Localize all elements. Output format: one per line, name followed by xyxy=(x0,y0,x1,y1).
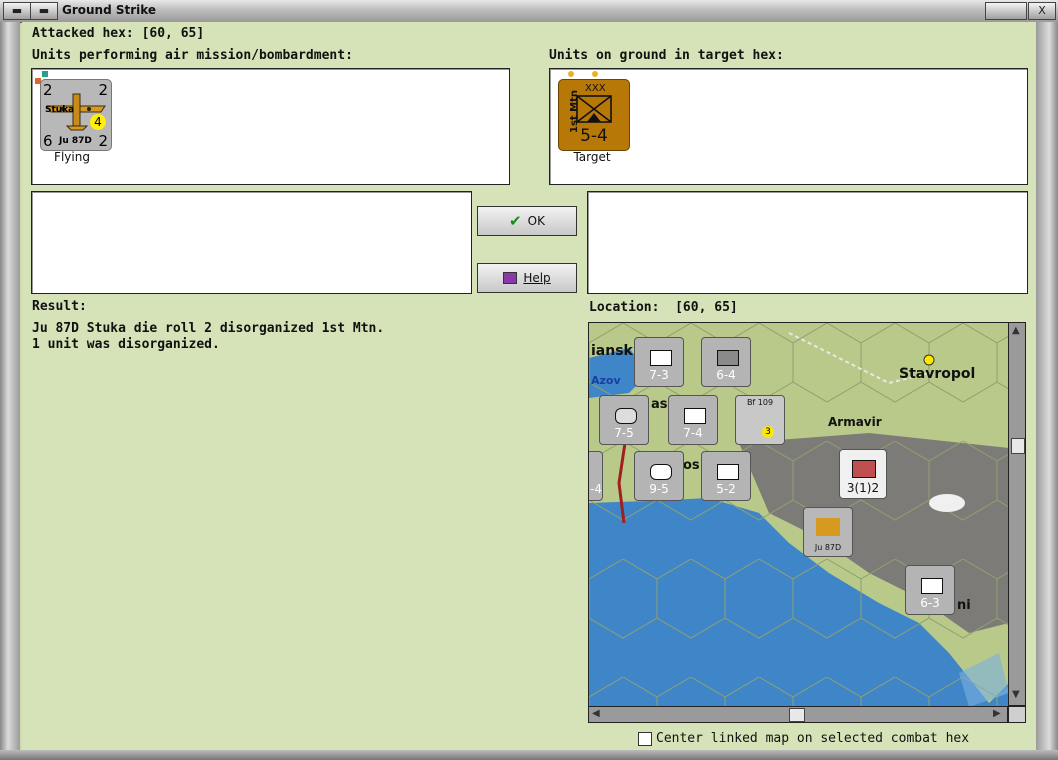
infantry-icon xyxy=(576,95,612,123)
window-menu-button[interactable]: ▬ xyxy=(3,2,31,20)
map-unit-counter[interactable]: 7-3 xyxy=(634,337,684,387)
help-book-icon xyxy=(503,272,518,284)
map-place-label: Azov xyxy=(591,374,621,387)
scroll-right-icon[interactable]: ▶ xyxy=(993,708,1001,719)
map-stuka-counter[interactable]: Ju 87D xyxy=(803,507,853,557)
scroll-left-icon[interactable]: ◀ xyxy=(592,708,600,719)
title-bar[interactable]: ▬ ▬ Ground Strike X xyxy=(0,0,1058,23)
aircraft-icon xyxy=(816,518,840,536)
linked-map[interactable]: iansk Azov Stavropol Armavir as os ni 7-… xyxy=(588,322,1010,708)
minimize-button[interactable]: ▬ xyxy=(30,2,58,20)
infantry-icon xyxy=(717,350,739,366)
scrollbar-corner xyxy=(1008,706,1026,723)
marker-icon xyxy=(592,71,598,77)
map-unit-counter[interactable]: 5-2 xyxy=(701,451,751,501)
center-map-checkbox-label[interactable]: Center linked map on selected combat hex xyxy=(656,731,969,746)
result-label: Result: xyxy=(32,299,87,314)
infantry-icon xyxy=(717,464,739,480)
map-horizontal-scrollbar[interactable]: ◀ ▶ xyxy=(588,706,1008,723)
attacked-hex-label: Attacked hex: [60, 65] xyxy=(32,26,205,41)
infantry-icon xyxy=(684,408,706,424)
infantry-icon xyxy=(921,578,943,594)
ground-units-heading: Units on ground in target hex: xyxy=(549,48,784,63)
map-unit-counter[interactable]: 6-4 xyxy=(701,337,751,387)
map-air-counter[interactable]: Bf 109 3 xyxy=(735,395,785,445)
marker-icon xyxy=(42,71,48,77)
air-units-heading: Units performing air mission/bombardment… xyxy=(32,48,353,63)
ground-strike-window: ▬ ▬ Ground Strike X Attacked hex: [60, 6… xyxy=(0,0,1058,760)
stuka-counter[interactable]: 2 2 Stuka 4 6 Ju 87D 2 xyxy=(40,79,112,151)
map-vertical-scrollbar[interactable]: ▲ ▼ xyxy=(1008,322,1026,706)
checkmark-icon: ✔ xyxy=(509,212,522,230)
infantry-icon xyxy=(852,460,876,478)
air-unit-status: Flying xyxy=(54,150,90,164)
map-unit-counter[interactable]: 6-3 xyxy=(905,565,955,615)
help-button[interactable]: Help xyxy=(477,263,577,293)
marker-icon xyxy=(568,71,574,77)
location-value: [60, 65] xyxy=(675,300,738,315)
map-city-armavir: Armavir xyxy=(828,415,882,429)
infantry-icon xyxy=(650,350,672,366)
map-unit-counter[interactable]: 7-4 xyxy=(668,395,718,445)
center-map-checkbox[interactable] xyxy=(638,732,652,746)
map-badge: 3 xyxy=(762,426,774,438)
close-button[interactable]: X xyxy=(1028,2,1056,20)
map-unit-counter[interactable]: -4 xyxy=(589,451,603,501)
attacker-losses-panel[interactable] xyxy=(31,191,472,294)
close-icon: X xyxy=(1038,4,1046,17)
defender-losses-panel[interactable] xyxy=(587,191,1028,294)
result-line: Ju 87D Stuka die roll 2 disorganized 1st… xyxy=(32,321,385,336)
result-line: 1 unit was disorganized. xyxy=(32,337,220,352)
ground-units-panel[interactable]: 1st Mtn XXX 5-4 Target xyxy=(549,68,1028,185)
left-window-border xyxy=(0,22,20,760)
air-units-panel[interactable]: 2 2 Stuka 4 6 Ju 87D 2 Flying xyxy=(31,68,510,185)
map-unit-counter[interactable]: 7-5 xyxy=(599,395,649,445)
ground-unit-status: Target xyxy=(573,150,611,164)
location-label: Location: [60, 65] xyxy=(589,300,738,315)
ok-button[interactable]: ✔ OK xyxy=(477,206,577,236)
map-place-label: iansk xyxy=(591,343,633,359)
map-unit-counter[interactable]: 9-5 xyxy=(634,451,684,501)
map-place-label: as xyxy=(651,397,668,412)
map-place-label: os xyxy=(683,458,700,473)
armor-icon xyxy=(650,464,672,480)
scroll-up-icon[interactable]: ▲ xyxy=(1012,325,1020,336)
1st-mtn-counter[interactable]: 1st Mtn XXX 5-4 xyxy=(558,79,630,151)
attacked-hex-value: [60, 65] xyxy=(141,26,205,41)
bottom-window-border xyxy=(0,750,1058,760)
vertical-scroll-thumb[interactable] xyxy=(1011,438,1025,454)
right-window-border xyxy=(1036,22,1058,760)
maximize-button[interactable] xyxy=(985,2,1027,20)
scroll-down-icon[interactable]: ▼ xyxy=(1012,689,1020,700)
window-title: Ground Strike xyxy=(62,3,157,17)
horizontal-scroll-thumb[interactable] xyxy=(789,708,805,722)
map-city-stavropol: Stavropol xyxy=(899,366,976,382)
armor-icon xyxy=(615,408,637,424)
map-place-label: ni xyxy=(957,598,971,613)
map-unit-counter[interactable]: 3(1)2 xyxy=(839,449,887,499)
